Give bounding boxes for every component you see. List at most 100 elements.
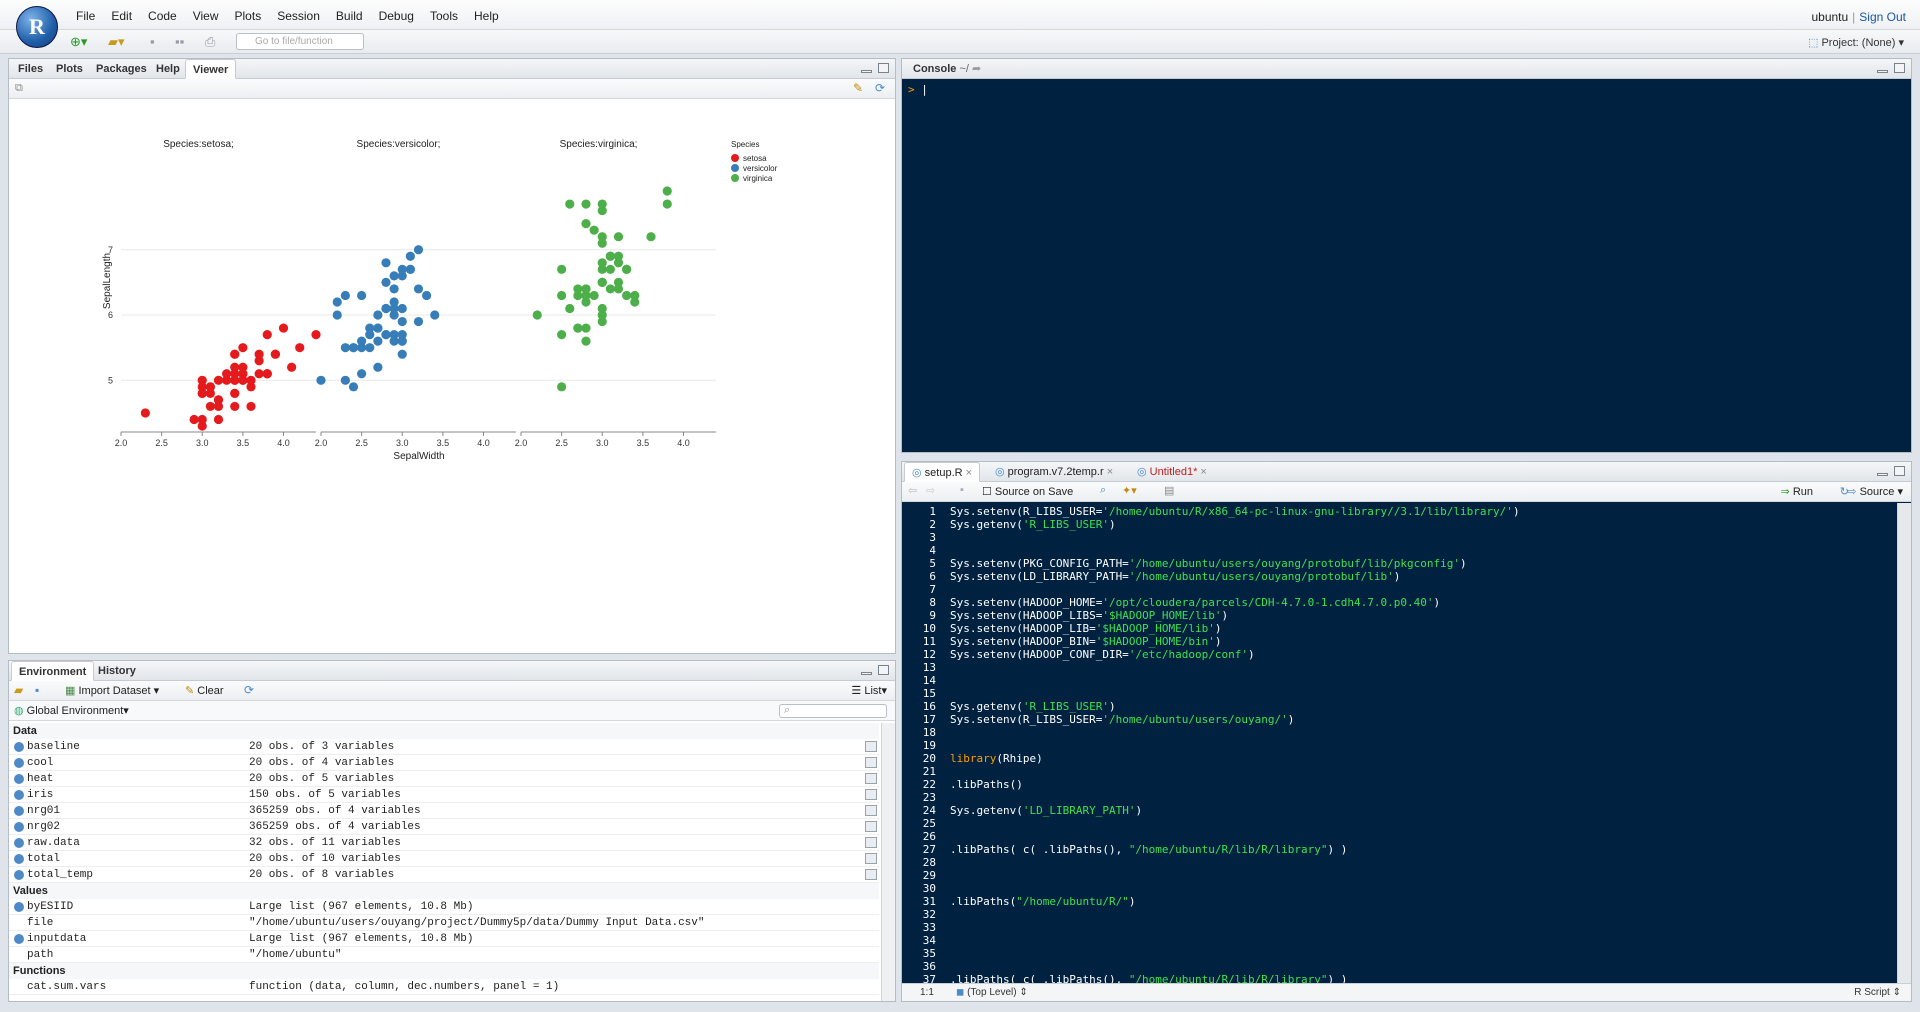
view-data-icon[interactable]	[865, 741, 877, 752]
save-file-icon[interactable]: ▪	[960, 484, 964, 496]
expand-icon[interactable]	[14, 758, 24, 768]
editor-tab[interactable]: ◎ program.v7.2temp.r ×	[988, 462, 1120, 482]
env-row[interactable]: cat.sum.vars function (data, column, dec.…	[9, 979, 879, 995]
project-menu[interactable]: ⬚ Project: (None) ▾	[1808, 36, 1904, 49]
minimize-icon[interactable]	[1877, 70, 1888, 73]
view-data-icon[interactable]	[865, 805, 877, 816]
goto-dir-icon[interactable]: ➦	[972, 63, 981, 75]
view-data-icon[interactable]	[865, 757, 877, 768]
expand-icon[interactable]	[14, 822, 24, 832]
new-file-icon[interactable]: ⊕▾	[70, 34, 87, 50]
env-row[interactable]: nrg02 365259 obs. of 4 variables	[9, 819, 879, 835]
env-row[interactable]: total_temp 20 obs. of 8 variables	[9, 867, 879, 883]
expand-icon[interactable]	[14, 854, 24, 864]
tab-history[interactable]: History	[91, 661, 143, 681]
env-search-input[interactable]: ⌕	[779, 704, 887, 718]
maximize-icon[interactable]	[1894, 63, 1905, 73]
expand-icon[interactable]	[14, 774, 24, 784]
env-row[interactable]: inputdata Large list (967 elements, 10.8 …	[9, 931, 879, 947]
tab-plots[interactable]: Plots	[49, 59, 90, 79]
env-row[interactable]: file "/home/ubuntu/users/ouyang/project/D…	[9, 915, 879, 931]
view-data-icon[interactable]	[865, 837, 877, 848]
tab-environment[interactable]: Environment	[11, 661, 95, 681]
compile-notebook-icon[interactable]: ▤	[1164, 484, 1174, 497]
code-tools-icon[interactable]: ✦▾	[1122, 484, 1137, 497]
env-row[interactable]: total 20 obs. of 10 variables	[9, 851, 879, 867]
view-data-icon[interactable]	[865, 853, 877, 864]
view-data-icon[interactable]	[865, 789, 877, 800]
menu-view[interactable]: View	[185, 8, 227, 24]
maximize-icon[interactable]	[1894, 466, 1905, 476]
export-icon[interactable]: ⧉	[15, 82, 23, 95]
goto-file-input[interactable]: Go to file/function	[236, 33, 364, 50]
expand-icon[interactable]	[14, 934, 24, 944]
minimize-icon[interactable]	[1877, 473, 1888, 476]
menu-session[interactable]: Session	[269, 8, 328, 24]
env-row[interactable]: iris 150 obs. of 5 variables	[9, 787, 879, 803]
close-tab-icon[interactable]: ×	[1197, 466, 1206, 478]
menu-help[interactable]: Help	[466, 8, 507, 24]
refresh-icon[interactable]: ⟳	[875, 81, 885, 95]
tab-help[interactable]: Help	[149, 59, 187, 79]
menu-debug[interactable]: Debug	[371, 8, 422, 24]
env-row[interactable]: cool 20 obs. of 4 variables	[9, 755, 879, 771]
run-button[interactable]: ⇒ Run	[1781, 485, 1813, 498]
env-row[interactable]: nrg01 365259 obs. of 4 variables	[9, 803, 879, 819]
tab-packages[interactable]: Packages	[89, 59, 154, 79]
editor-tab[interactable]: ◎ Untitled1* ×	[1130, 462, 1214, 482]
editor-scrollbar[interactable]	[1897, 503, 1911, 983]
list-view-button[interactable]: ☰ List▾	[851, 684, 887, 697]
view-data-icon[interactable]	[865, 821, 877, 832]
save-all-icon[interactable]: ▪▪	[175, 34, 184, 50]
clear-viewer-icon[interactable]: ✎	[853, 81, 863, 95]
source-on-save-checkbox[interactable]: ☐ Source on Save	[982, 485, 1073, 498]
close-tab-icon[interactable]: ×	[1104, 466, 1113, 478]
file-type-select[interactable]: R Script ⇕	[1854, 984, 1901, 1002]
menu-edit[interactable]: Edit	[103, 8, 140, 24]
menu-build[interactable]: Build	[328, 8, 371, 24]
menu-code[interactable]: Code	[140, 8, 185, 24]
tab-viewer[interactable]: Viewer	[185, 59, 237, 79]
env-row[interactable]: path "/home/ubuntu"	[9, 947, 879, 963]
expand-icon[interactable]	[14, 838, 24, 848]
expand-icon[interactable]	[14, 806, 24, 816]
import-dataset-button[interactable]: ▦ Import Dataset ▾	[65, 684, 159, 697]
back-icon[interactable]: ⇦	[908, 484, 917, 497]
expand-icon[interactable]	[14, 902, 24, 912]
find-icon[interactable]: ⌕	[1100, 484, 1106, 497]
maximize-icon[interactable]	[878, 63, 889, 73]
save-icon[interactable]: ▪	[150, 34, 155, 50]
view-data-icon[interactable]	[865, 773, 877, 784]
open-folder-icon[interactable]: ▰▾	[108, 34, 125, 50]
editor-tab[interactable]: ◎ setup.R ×	[904, 462, 981, 482]
scope-indicator[interactable]: ◼ (Top Level) ⇕	[956, 984, 1028, 1002]
console-prompt[interactable]: > |	[908, 83, 928, 96]
maximize-icon[interactable]	[878, 665, 889, 675]
refresh-icon[interactable]: ⟳	[244, 683, 254, 697]
view-data-icon[interactable]	[865, 869, 877, 880]
tab-console[interactable]: Console ~/ ➦	[906, 59, 988, 79]
menu-file[interactable]: File	[68, 8, 103, 24]
minimize-icon[interactable]	[861, 672, 872, 675]
close-tab-icon[interactable]: ×	[963, 467, 972, 479]
forward-icon[interactable]: ⇨	[926, 484, 935, 497]
sign-out-link[interactable]: Sign Out	[1859, 10, 1906, 24]
tab-files[interactable]: Files	[11, 59, 50, 79]
expand-icon[interactable]	[14, 870, 24, 880]
env-row[interactable]: baseline 20 obs. of 3 variables	[9, 739, 879, 755]
env-row[interactable]: heat 20 obs. of 5 variables	[9, 771, 879, 787]
menu-tools[interactable]: Tools	[422, 8, 466, 24]
minimize-icon[interactable]	[861, 70, 872, 73]
source-button[interactable]: ⇨ Source ▾	[1847, 485, 1903, 498]
env-row[interactable]: raw.data 32 obs. of 11 variables	[9, 835, 879, 851]
env-scrollbar[interactable]	[881, 723, 895, 1001]
save-workspace-icon[interactable]: ▪	[35, 683, 39, 697]
scope-select[interactable]: ◍ Global Environment▾	[14, 704, 129, 717]
expand-icon[interactable]	[14, 790, 24, 800]
env-row[interactable]: byESIID Large list (967 elements, 10.8 Mb…	[9, 899, 879, 915]
clear-button[interactable]: ✎ Clear	[185, 684, 224, 697]
menu-plots[interactable]: Plots	[227, 8, 270, 24]
load-workspace-icon[interactable]: ▰	[14, 683, 23, 697]
print-icon[interactable]: ⎙	[205, 34, 215, 50]
expand-icon[interactable]	[14, 742, 24, 752]
